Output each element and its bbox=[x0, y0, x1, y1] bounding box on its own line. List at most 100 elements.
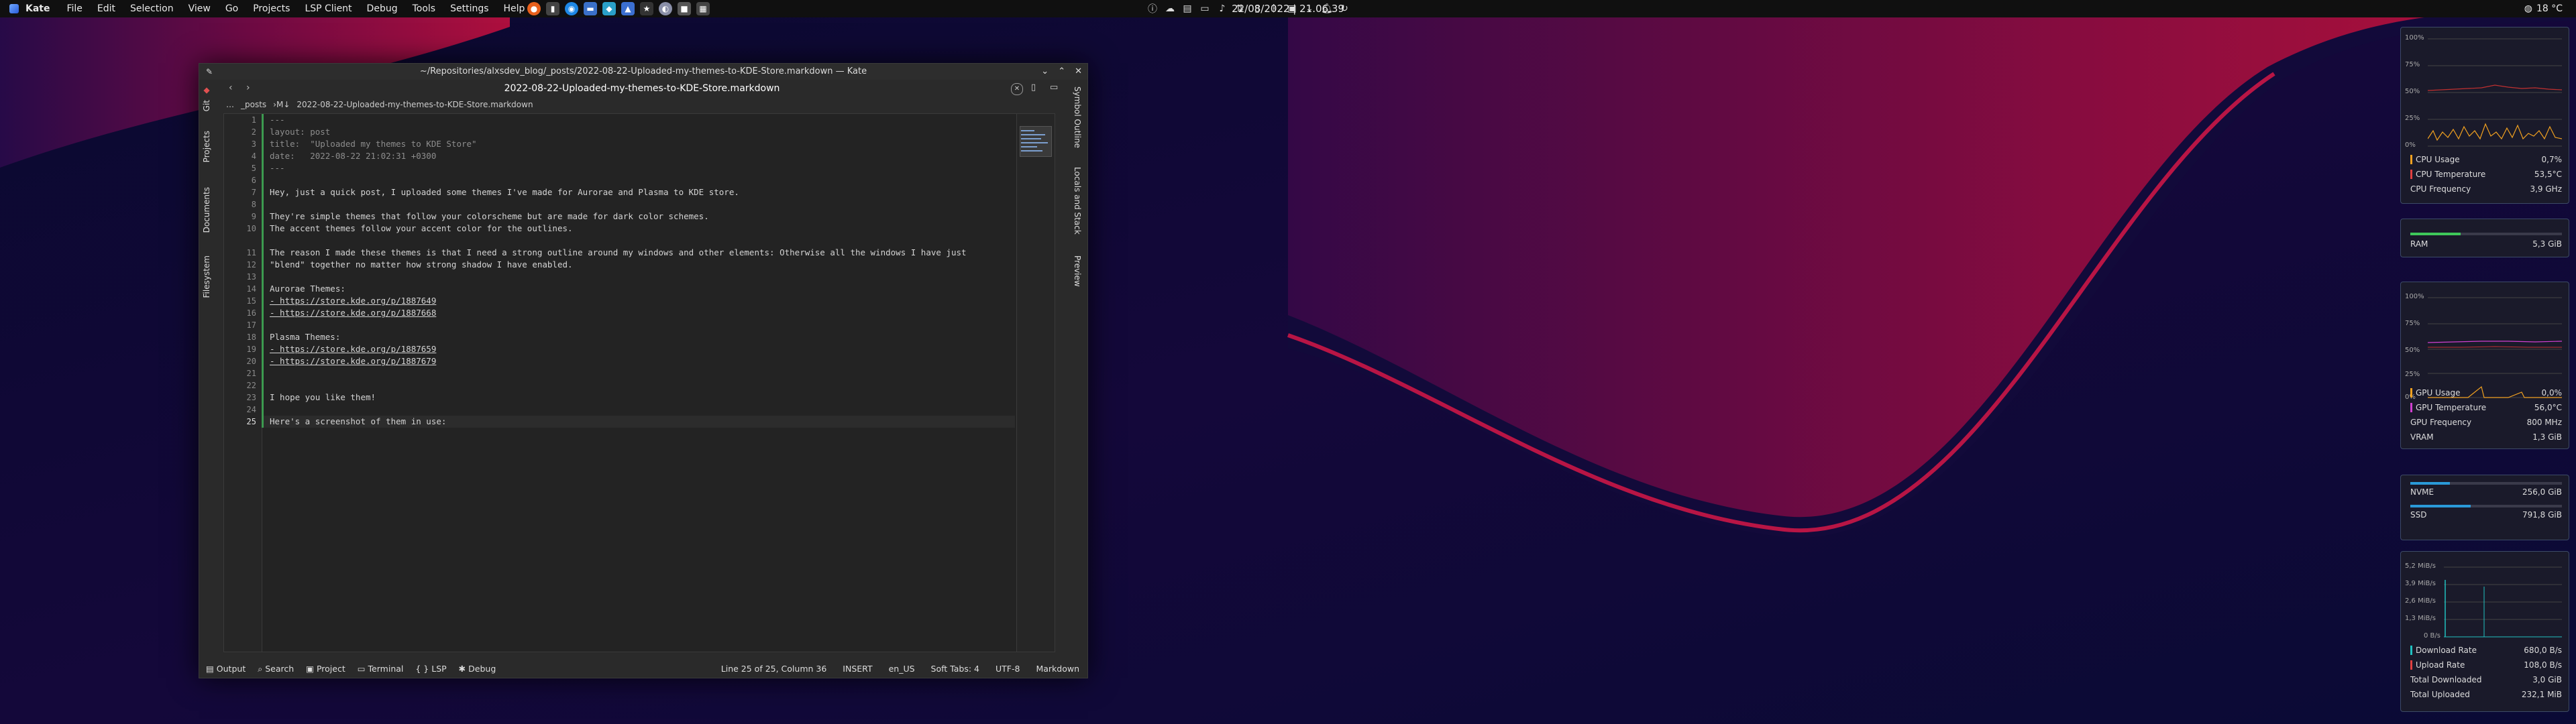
updates-icon[interactable]: ↻ bbox=[1338, 2, 1351, 15]
line-number: 14 bbox=[246, 284, 256, 294]
steam-icon[interactable]: ★ bbox=[640, 2, 653, 15]
sidebar-tab-symbol-outline[interactable]: Symbol Outline bbox=[1073, 86, 1082, 148]
code-line: --- bbox=[270, 115, 285, 125]
nvme-value: 256,0 GiB bbox=[2522, 487, 2562, 497]
weather-widget[interactable]: ◍ 18 °C bbox=[2524, 0, 2563, 17]
code-line-link[interactable]: - https://store.kde.org/p/1887668 bbox=[270, 307, 436, 319]
window-titlebar[interactable]: ✎ ~/Repositories/alxsdev_blog/_posts/202… bbox=[199, 64, 1087, 80]
browser-icon[interactable]: ◉ bbox=[565, 2, 578, 15]
sidebar-tab-projects[interactable]: Projects bbox=[202, 131, 211, 162]
gpu-temperature-label: GPU Temperature bbox=[2416, 403, 2487, 412]
line-number: 24 bbox=[246, 405, 256, 414]
disk-monitor-widget[interactable]: NVME 256,0 GiB SSD 791,8 GiB bbox=[2400, 475, 2569, 540]
tab-close-icon[interactable]: ✕ bbox=[1011, 83, 1023, 95]
volume-icon[interactable]: ♪ bbox=[1216, 2, 1229, 15]
sidebar-tab-preview[interactable]: Preview bbox=[1073, 255, 1082, 287]
gpu-usage-value: 0,0% bbox=[2541, 388, 2563, 398]
maximize-icon[interactable]: ⌃ bbox=[1058, 64, 1065, 80]
sidebar-tab-locals-and-stack[interactable]: Locals and Stack bbox=[1073, 167, 1082, 235]
sidebar-tab-documents[interactable]: Documents bbox=[202, 187, 211, 233]
menu-tools[interactable]: Tools bbox=[405, 0, 443, 17]
project-button[interactable]: ▣ Project bbox=[306, 664, 345, 674]
sidebar-tab-git[interactable]: Git bbox=[202, 100, 211, 111]
hard-drive-icon[interactable]: ▭ bbox=[1198, 2, 1212, 15]
vram-row: VRAM 1,3 GiB bbox=[2410, 431, 2562, 443]
cursor-position[interactable]: Line 25 of 25, Column 36 bbox=[721, 660, 827, 678]
output-button[interactable]: ▤ Output bbox=[206, 664, 246, 674]
line-number: 17 bbox=[246, 320, 256, 330]
bluetooth-icon[interactable]: ᛒ bbox=[1268, 2, 1281, 15]
breadcrumb-posts[interactable]: _posts bbox=[241, 100, 266, 109]
modified-lines-marker bbox=[262, 114, 264, 428]
gpu-monitor-widget[interactable]: 100% 75% 50% 25% 0% GPU Usage 0,0% GPU T… bbox=[2400, 282, 2569, 449]
nvme-row: NVME 256,0 GiB bbox=[2410, 486, 2562, 498]
input-mode[interactable]: INSERT bbox=[843, 660, 872, 678]
discover-icon[interactable]: ▲ bbox=[621, 2, 635, 15]
minimap[interactable] bbox=[1016, 114, 1055, 652]
menu-go[interactable]: Go bbox=[218, 0, 246, 17]
debug-button[interactable]: ✱ Debug bbox=[459, 664, 496, 674]
encoding-selector[interactable]: UTF-8 bbox=[996, 660, 1020, 678]
close-icon[interactable]: ✕ bbox=[1075, 64, 1082, 80]
sidebar-tab-filesystem[interactable]: Filesystem bbox=[202, 255, 211, 298]
lsp-button[interactable]: { } LSP bbox=[415, 664, 446, 674]
breadcrumb-folder[interactable]: … bbox=[226, 100, 234, 109]
split-view-icon[interactable]: ▯ bbox=[1031, 82, 1036, 93]
syntax-mode-selector[interactable]: Markdown bbox=[1036, 660, 1079, 678]
battery-icon[interactable]: ▯ bbox=[1250, 2, 1264, 15]
code-line-link[interactable]: - https://store.kde.org/p/1887679 bbox=[270, 355, 436, 367]
back-icon[interactable]: ‹ bbox=[229, 82, 233, 93]
cloud-icon[interactable]: ☁ bbox=[1163, 2, 1177, 15]
tray-expand-icon[interactable]: ⌄ bbox=[1303, 2, 1316, 15]
firefox-icon[interactable]: ● bbox=[527, 2, 541, 15]
code-editor[interactable]: 1 2 3 4 5 6 7 8 9 10 11 12 13 14 15 16 1… bbox=[223, 113, 1055, 652]
code-line-link[interactable]: - https://store.kde.org/p/1887649 bbox=[270, 295, 436, 307]
cpu-frequency-value: 3,9 GHz bbox=[2530, 184, 2562, 194]
kate-icon[interactable]: ◆ bbox=[602, 2, 616, 15]
ssd-label: SSD bbox=[2410, 510, 2427, 520]
terminal-button[interactable]: ▭ Terminal bbox=[358, 664, 404, 674]
menu-debug[interactable]: Debug bbox=[360, 0, 405, 17]
code-line: Plasma Themes: bbox=[270, 332, 341, 342]
breadcrumb-file[interactable]: 2022-08-22-Uploaded-my-themes-to-KDE-Sto… bbox=[297, 100, 533, 109]
menu-edit[interactable]: Edit bbox=[90, 0, 123, 17]
menu-selection[interactable]: Selection bbox=[123, 0, 181, 17]
line-number: 21 bbox=[246, 369, 256, 378]
screen-icon[interactable]: ▣ bbox=[1285, 2, 1299, 15]
system-settings-icon[interactable]: ■ bbox=[678, 2, 691, 15]
forward-icon[interactable]: › bbox=[246, 82, 250, 93]
network-monitor-widget[interactable]: 5,2 MiB/s 3,9 MiB/s 2,6 MiB/s 1,3 MiB/s … bbox=[2400, 551, 2569, 712]
document-tab[interactable]: 2022-08-22-Uploaded-my-themes-to-KDE-Sto… bbox=[488, 80, 796, 97]
code-line-link[interactable]: - https://store.kde.org/p/1887659 bbox=[270, 343, 436, 355]
search-button[interactable]: ⌕ Search bbox=[258, 664, 294, 674]
window-controls: ⌄ ⌃ ✕ bbox=[1041, 64, 1082, 80]
minimize-icon[interactable]: ⌄ bbox=[1041, 64, 1049, 80]
menu-view[interactable]: View bbox=[181, 0, 218, 17]
line-number-gutter: 1 2 3 4 5 6 7 8 9 10 11 12 13 14 15 16 1… bbox=[224, 114, 262, 652]
info-icon[interactable]: ⓘ bbox=[1146, 2, 1159, 15]
menu-settings[interactable]: Settings bbox=[443, 0, 496, 17]
code-line: They're simple themes that follow your c… bbox=[270, 211, 709, 221]
ram-monitor-widget[interactable]: RAM 5,3 GiB bbox=[2400, 219, 2569, 257]
line-number: 4 bbox=[251, 152, 256, 161]
clipboard-icon[interactable]: ▤ bbox=[1181, 2, 1194, 15]
y-tick: 25% bbox=[2405, 371, 2420, 378]
dolphin-icon[interactable]: ▬ bbox=[584, 2, 597, 15]
terminal-icon[interactable]: ▮ bbox=[546, 2, 559, 15]
window-menu-icon[interactable]: ✎ bbox=[206, 64, 213, 80]
window-list-icon[interactable]: ▦ bbox=[696, 2, 710, 15]
gpu-frequency-value: 800 MHz bbox=[2526, 418, 2562, 427]
notifications-icon[interactable]: 🔔︎ bbox=[1320, 2, 1334, 15]
spellcheck-language[interactable]: en_US bbox=[889, 660, 915, 678]
menu-projects[interactable]: Projects bbox=[246, 0, 297, 17]
menu-lsp-client[interactable]: LSP Client bbox=[297, 0, 359, 17]
discord-icon[interactable]: ◐ bbox=[659, 2, 672, 15]
indentation-setting[interactable]: Soft Tabs: 4 bbox=[931, 660, 979, 678]
menu-file[interactable]: File bbox=[59, 0, 89, 17]
cpu-monitor-widget[interactable]: 100% 75% 50% 25% 0% CPU Usage 0,7% CPU T… bbox=[2400, 27, 2569, 204]
nvme-bar bbox=[2410, 482, 2562, 485]
quick-open-icon[interactable]: ▭ bbox=[1050, 82, 1058, 93]
network-icon[interactable]: ⇅ bbox=[1233, 2, 1246, 15]
git-icon: ◆ bbox=[202, 86, 211, 96]
total-downloaded-value: 3,0 GiB bbox=[2532, 675, 2562, 684]
